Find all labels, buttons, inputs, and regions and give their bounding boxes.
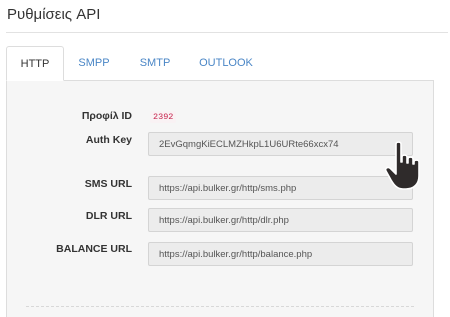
balance-url-label: BALANCE URL — [56, 243, 132, 255]
page-title: Ρυθμίσεις API — [7, 6, 101, 23]
profile-id-label: Προφίλ ID — [81, 110, 132, 122]
tab-smtp[interactable]: SMTP — [130, 46, 180, 81]
tab-smpp[interactable]: SMPP — [68, 46, 120, 81]
hand-pointer-icon — [384, 141, 420, 190]
profile-id-value: 2392 — [150, 111, 177, 123]
title-divider — [6, 32, 448, 33]
api-tabs: HTTP SMPP SMTP OUTLOOK — [6, 46, 448, 81]
balance-url-field[interactable] — [148, 242, 413, 266]
sms-url-label: SMS URL — [84, 178, 132, 190]
auth-key-field[interactable] — [148, 132, 413, 156]
section-divider — [26, 306, 414, 307]
tab-http[interactable]: HTTP — [6, 46, 64, 81]
auth-key-label: Auth Key — [85, 134, 132, 146]
dlr-url-label: DLR URL — [85, 210, 132, 222]
dlr-url-field[interactable] — [148, 208, 413, 232]
tab-outlook[interactable]: OUTLOOK — [190, 46, 262, 81]
sms-url-field[interactable] — [148, 176, 413, 200]
